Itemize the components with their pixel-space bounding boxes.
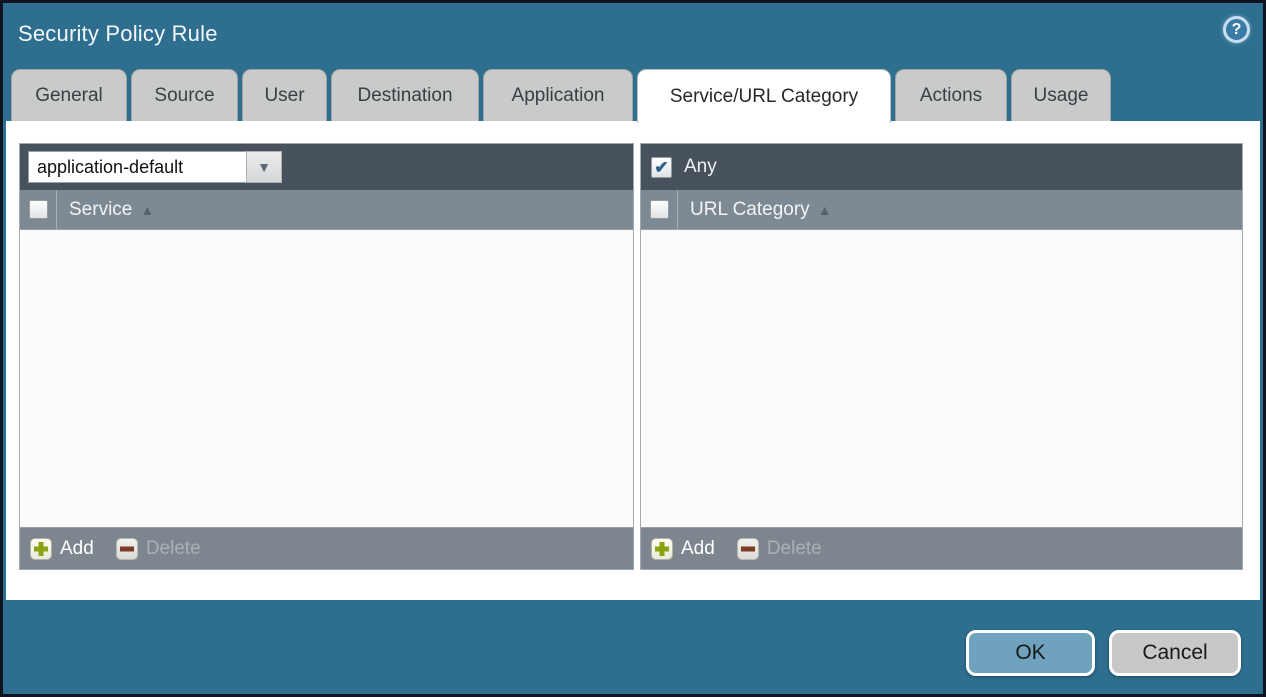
service-delete-button[interactable]: Delete	[116, 538, 201, 560]
page-title: Security Policy Rule	[18, 21, 218, 47]
url-category-checkbox-cell	[641, 190, 678, 229]
sort-asc-icon[interactable]: ▲	[140, 202, 154, 218]
url-category-column-header: URL Category ▲	[641, 190, 1242, 230]
help-icon[interactable]: ?	[1223, 16, 1250, 43]
add-icon	[651, 538, 673, 560]
chevron-down-icon: ▼	[257, 159, 271, 175]
tab-service-url-category[interactable]: Service/URL Category	[637, 69, 891, 123]
tab-bar: General Source User Destination Applicat…	[11, 69, 1111, 123]
dialog-body: ▼ Service ▲ Add Delete	[6, 121, 1260, 600]
delete-button-label: Delete	[767, 538, 822, 560]
sort-asc-icon[interactable]: ▲	[818, 202, 832, 218]
service-toolbar: ▼	[20, 144, 633, 190]
service-panel-footer: Add Delete	[20, 527, 633, 569]
tab-usage[interactable]: Usage	[1011, 69, 1111, 121]
service-column-label[interactable]: Service	[69, 199, 132, 221]
url-category-delete-button[interactable]: Delete	[737, 538, 822, 560]
delete-icon	[116, 538, 138, 560]
ok-button[interactable]: OK	[966, 630, 1095, 676]
tab-general[interactable]: General	[11, 69, 127, 121]
security-policy-rule-dialog: Security Policy Rule ? General Source Us…	[0, 0, 1266, 697]
service-panel: ▼ Service ▲ Add Delete	[19, 143, 634, 570]
tab-application[interactable]: Application	[483, 69, 633, 121]
cancel-button[interactable]: Cancel	[1109, 630, 1241, 676]
any-row: ✔ Any	[649, 156, 717, 178]
service-select-all-checkbox[interactable]	[29, 200, 48, 219]
url-category-panel-footer: Add Delete	[641, 527, 1242, 569]
title-bar: Security Policy Rule ?	[3, 3, 1263, 66]
url-category-panel: ✔ Any URL Category ▲ Add Delete	[640, 143, 1243, 570]
service-mode-dropdown-button[interactable]: ▼	[246, 151, 282, 183]
add-button-label: Add	[60, 538, 94, 560]
any-label: Any	[684, 156, 717, 178]
url-category-list	[641, 230, 1242, 527]
service-list	[20, 230, 633, 527]
url-category-column-label[interactable]: URL Category	[690, 199, 810, 221]
tab-actions[interactable]: Actions	[895, 69, 1007, 121]
service-checkbox-cell	[20, 190, 57, 229]
add-button-label: Add	[681, 538, 715, 560]
tab-destination[interactable]: Destination	[331, 69, 479, 121]
tab-source[interactable]: Source	[131, 69, 238, 121]
service-mode-input[interactable]	[28, 151, 246, 183]
url-category-add-button[interactable]: Add	[651, 538, 715, 560]
url-category-select-all-checkbox[interactable]	[650, 200, 669, 219]
add-icon	[30, 538, 52, 560]
service-column-header: Service ▲	[20, 190, 633, 230]
delete-button-label: Delete	[146, 538, 201, 560]
any-checkbox[interactable]: ✔	[651, 157, 672, 178]
url-category-toolbar: ✔ Any	[641, 144, 1242, 190]
tab-user[interactable]: User	[242, 69, 327, 121]
delete-icon	[737, 538, 759, 560]
service-add-button[interactable]: Add	[30, 538, 94, 560]
service-mode-combo: ▼	[28, 151, 282, 183]
